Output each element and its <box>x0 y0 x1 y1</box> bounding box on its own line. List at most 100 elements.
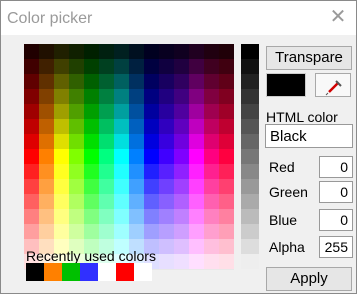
palette-swatch[interactable] <box>159 134 174 149</box>
palette-swatch[interactable] <box>39 59 54 74</box>
palette-swatch[interactable] <box>54 59 69 74</box>
palette-swatch[interactable] <box>144 224 159 239</box>
palette-swatch[interactable] <box>204 239 219 254</box>
apply-button[interactable]: Apply <box>266 267 352 291</box>
palette-swatch[interactable] <box>129 149 144 164</box>
palette-swatch[interactable] <box>24 74 39 89</box>
palette-swatch[interactable] <box>129 104 144 119</box>
palette-swatch[interactable] <box>174 59 189 74</box>
palette-swatch[interactable] <box>84 119 99 134</box>
palette-swatch[interactable] <box>84 224 99 239</box>
palette-swatch[interactable] <box>99 119 114 134</box>
palette-swatch[interactable] <box>69 119 84 134</box>
palette-swatch[interactable] <box>54 194 69 209</box>
palette-swatch[interactable] <box>129 209 144 224</box>
palette-swatch[interactable] <box>24 104 39 119</box>
palette-swatch[interactable] <box>84 59 99 74</box>
grayscale-swatch[interactable] <box>241 164 259 179</box>
palette-swatch[interactable] <box>24 149 39 164</box>
palette-swatch[interactable] <box>39 104 54 119</box>
palette-swatch[interactable] <box>129 224 144 239</box>
palette-swatch[interactable] <box>69 194 84 209</box>
palette-swatch[interactable] <box>69 59 84 74</box>
palette-swatch[interactable] <box>174 194 189 209</box>
palette-swatch[interactable] <box>159 119 174 134</box>
palette-swatch[interactable] <box>114 89 129 104</box>
palette-swatch[interactable] <box>39 224 54 239</box>
palette-swatch[interactable] <box>69 44 84 59</box>
palette-swatch[interactable] <box>144 179 159 194</box>
grayscale-swatch[interactable] <box>241 194 259 209</box>
palette-swatch[interactable] <box>144 149 159 164</box>
palette-swatch[interactable] <box>159 224 174 239</box>
palette-swatch[interactable] <box>204 104 219 119</box>
palette-swatch[interactable] <box>189 164 204 179</box>
palette-swatch[interactable] <box>219 44 234 59</box>
palette-swatch[interactable] <box>84 74 99 89</box>
palette-swatch[interactable] <box>159 194 174 209</box>
palette-swatch[interactable] <box>204 134 219 149</box>
palette-swatch[interactable] <box>219 254 234 269</box>
palette-swatch[interactable] <box>99 224 114 239</box>
palette-swatch[interactable] <box>69 224 84 239</box>
palette-swatch[interactable] <box>219 179 234 194</box>
palette-swatch[interactable] <box>159 209 174 224</box>
palette-swatch[interactable] <box>54 119 69 134</box>
palette-swatch[interactable] <box>69 164 84 179</box>
palette-swatch[interactable] <box>174 149 189 164</box>
palette-swatch[interactable] <box>219 89 234 104</box>
html-color-input[interactable] <box>265 124 353 148</box>
palette-swatch[interactable] <box>39 119 54 134</box>
grayscale-swatch[interactable] <box>241 104 259 119</box>
recent-color-swatch[interactable] <box>134 263 152 281</box>
palette-swatch[interactable] <box>24 59 39 74</box>
palette-swatch[interactable] <box>114 74 129 89</box>
palette-swatch[interactable] <box>39 44 54 59</box>
palette-swatch[interactable] <box>189 194 204 209</box>
palette-swatch[interactable] <box>189 119 204 134</box>
palette-swatch[interactable] <box>174 104 189 119</box>
grayscale-swatch[interactable] <box>241 74 259 89</box>
palette-swatch[interactable] <box>129 164 144 179</box>
palette-swatch[interactable] <box>129 44 144 59</box>
palette-swatch[interactable] <box>144 44 159 59</box>
palette-swatch[interactable] <box>69 209 84 224</box>
palette-swatch[interactable] <box>159 104 174 119</box>
palette-swatch[interactable] <box>189 254 204 269</box>
palette-swatch[interactable] <box>219 164 234 179</box>
palette-swatch[interactable] <box>159 59 174 74</box>
palette-swatch[interactable] <box>189 149 204 164</box>
grayscale-swatch[interactable] <box>241 209 259 224</box>
palette-swatch[interactable] <box>174 224 189 239</box>
grayscale-swatch[interactable] <box>241 254 259 269</box>
palette-swatch[interactable] <box>159 164 174 179</box>
palette-swatch[interactable] <box>159 74 174 89</box>
palette-swatch[interactable] <box>24 134 39 149</box>
palette-swatch[interactable] <box>189 74 204 89</box>
palette-swatch[interactable] <box>69 149 84 164</box>
palette-swatch[interactable] <box>84 179 99 194</box>
palette-swatch[interactable] <box>39 134 54 149</box>
palette-swatch[interactable] <box>99 89 114 104</box>
palette-swatch[interactable] <box>39 149 54 164</box>
palette-swatch[interactable] <box>84 44 99 59</box>
palette-swatch[interactable] <box>189 89 204 104</box>
palette-swatch[interactable] <box>159 179 174 194</box>
palette-swatch[interactable] <box>189 179 204 194</box>
palette-swatch[interactable] <box>24 44 39 59</box>
palette-swatch[interactable] <box>114 179 129 194</box>
palette-swatch[interactable] <box>189 134 204 149</box>
palette-swatch[interactable] <box>174 119 189 134</box>
grayscale-swatch[interactable] <box>241 149 259 164</box>
palette-swatch[interactable] <box>219 224 234 239</box>
color-palette-grid[interactable] <box>24 44 234 270</box>
grayscale-swatch[interactable] <box>241 119 259 134</box>
grayscale-swatch[interactable] <box>241 59 259 74</box>
green-input[interactable] <box>319 181 353 203</box>
palette-swatch[interactable] <box>174 239 189 254</box>
recent-color-swatch[interactable] <box>80 263 98 281</box>
palette-swatch[interactable] <box>99 209 114 224</box>
palette-swatch[interactable] <box>99 74 114 89</box>
palette-swatch[interactable] <box>189 44 204 59</box>
palette-swatch[interactable] <box>219 119 234 134</box>
